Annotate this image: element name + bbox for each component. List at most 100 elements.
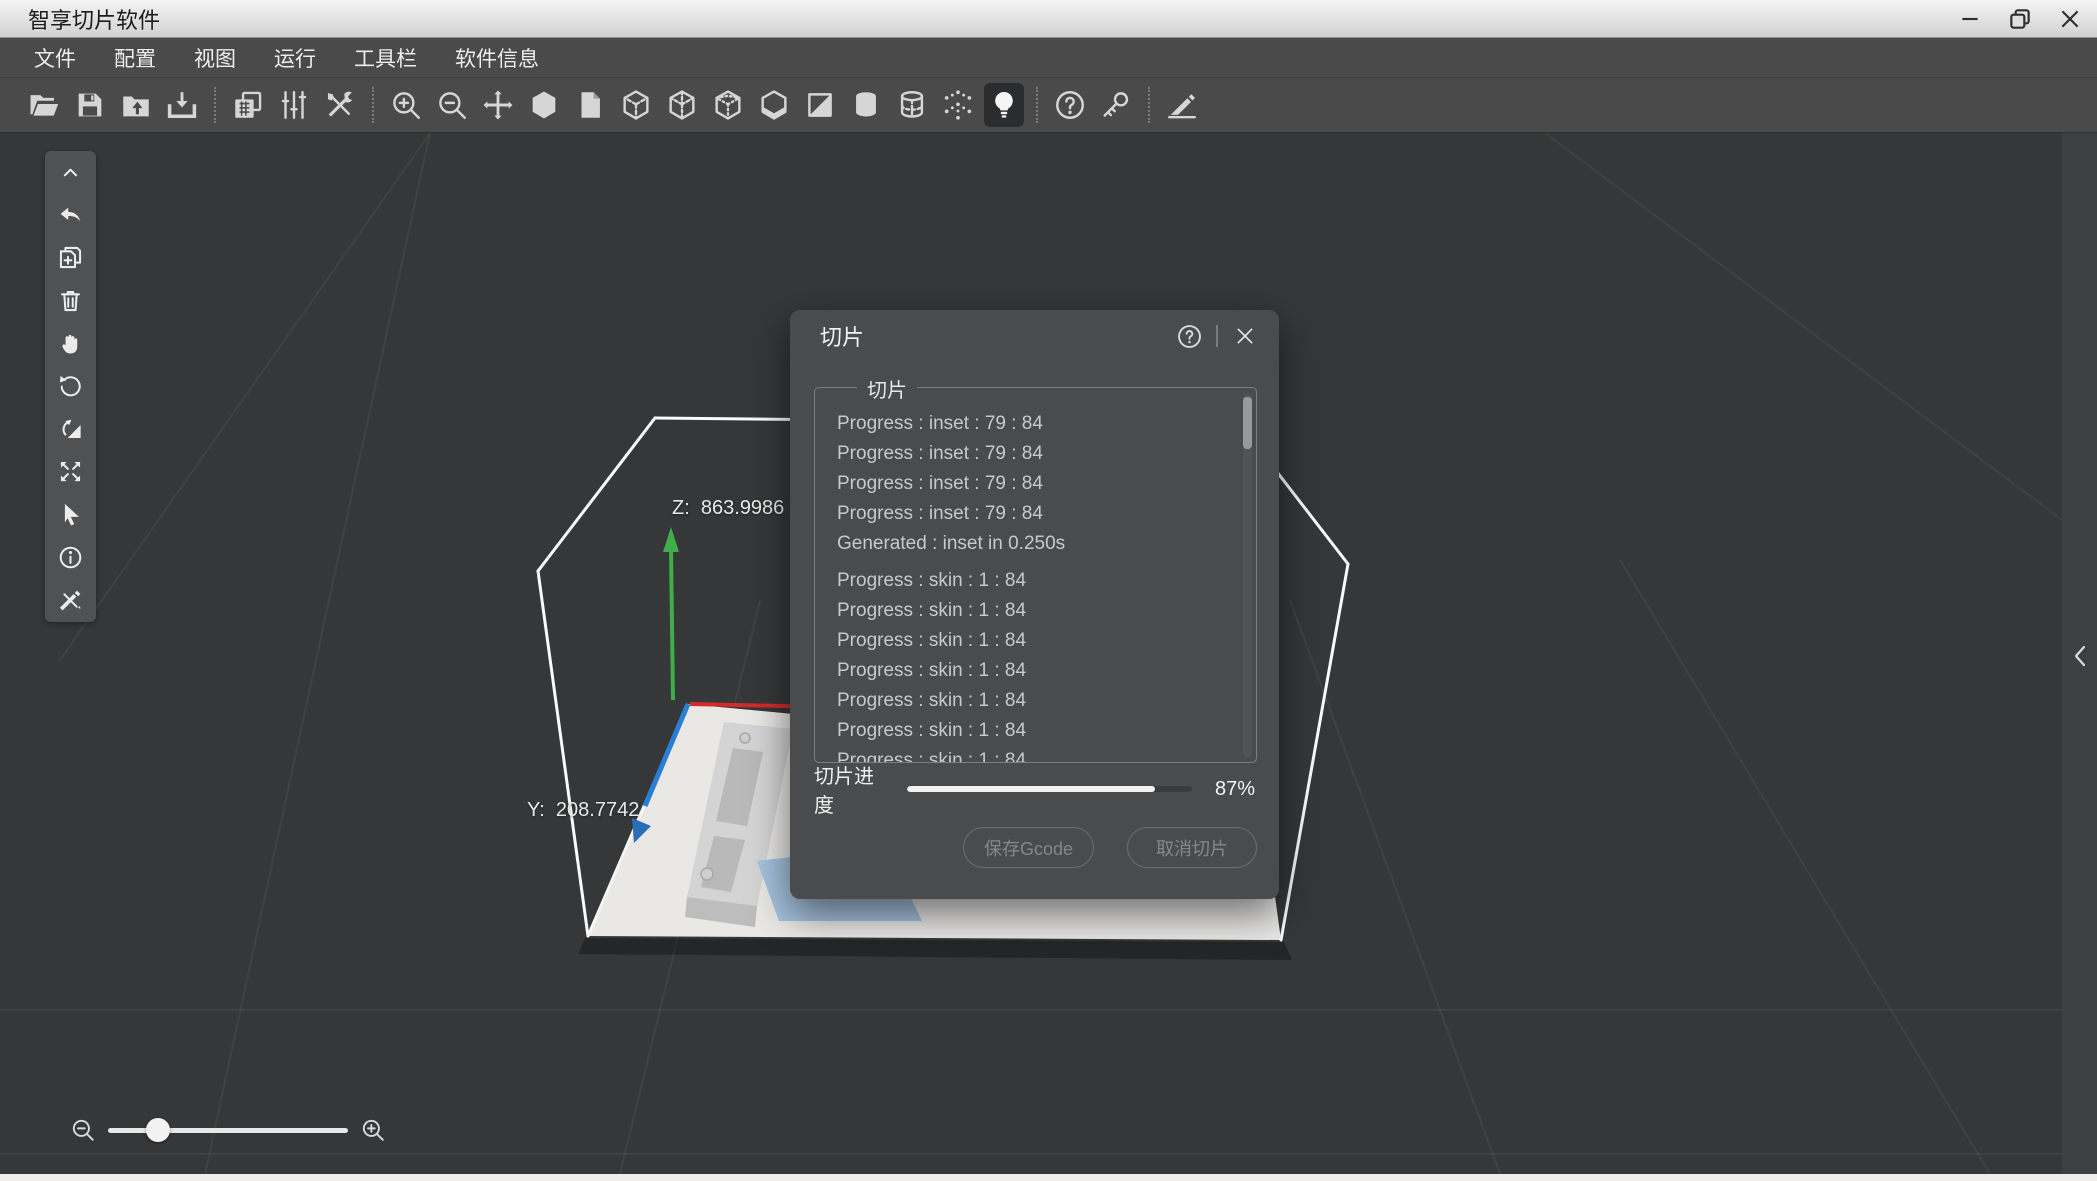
menu-item-run[interactable]: 运行 — [268, 41, 322, 75]
log-line: Progress : skin : 1 : 84 — [837, 686, 1230, 716]
view-cylinder-button[interactable] — [846, 83, 886, 127]
export-gcode-button[interactable] — [162, 83, 202, 127]
zoom-out-magnifier-icon[interactable] — [70, 1117, 96, 1143]
collapse-panel-button[interactable] — [45, 151, 96, 194]
view-dashed-cube-icon — [665, 88, 699, 122]
log-line: Progress : skin : 1 : 84 — [837, 656, 1230, 686]
cancel-slice-button[interactable]: 取消切片 — [1127, 827, 1257, 868]
zoom-in-button[interactable] — [386, 83, 426, 127]
log-line: Progress : inset : 79 : 84 — [837, 469, 1230, 499]
right-panel-toggle[interactable] — [2062, 638, 2097, 674]
reset-rotation-button[interactable] — [45, 365, 96, 408]
license-key-button[interactable] — [1096, 83, 1136, 127]
view-point-cloud-icon — [941, 88, 975, 122]
slice-dialog-header[interactable]: 切片 — [790, 310, 1279, 362]
menu-item-view[interactable]: 视图 — [188, 41, 242, 75]
log-scrollbar-thumb[interactable] — [1243, 397, 1252, 449]
help-button[interactable] — [1050, 83, 1090, 127]
zoom-out-button[interactable] — [432, 83, 472, 127]
view-wireframe-button[interactable] — [616, 83, 656, 127]
fit-view-expand-icon — [57, 458, 84, 485]
slice-progress-percent: 87% — [1210, 778, 1255, 801]
minimize-icon — [1957, 6, 1983, 32]
menu-bar: 文件 配置 视图 运行 工具栏 软件信息 — [0, 38, 2097, 78]
zoom-in-magnifier-icon[interactable] — [360, 1117, 386, 1143]
log-line: Progress : inset : 79 : 84 — [837, 499, 1230, 529]
main-toolbar: 文件加载中 87% — [0, 78, 2097, 133]
plate-shadow — [578, 938, 1292, 960]
log-line: Progress : skin : 1 : 84 — [837, 626, 1230, 656]
select-button[interactable] — [45, 493, 96, 536]
delete-button[interactable] — [45, 279, 96, 322]
fit-view-button[interactable] — [45, 451, 96, 494]
slice-log-groupbox: 切片 Progress : inset : 79 : 84Progress : … — [814, 387, 1257, 763]
plate-copy-button[interactable] — [228, 83, 268, 127]
save-button[interactable] — [70, 83, 110, 127]
restore-button[interactable] — [2007, 6, 2033, 32]
z-axis-label: Z: 863.9986 — [672, 497, 784, 520]
close-icon — [1235, 326, 1255, 346]
open-file-button[interactable] — [24, 83, 64, 127]
minimize-button[interactable] — [1957, 6, 1983, 32]
machine-tools-button[interactable] — [320, 83, 360, 127]
view-cylinder-wire-icon — [895, 88, 929, 122]
toolbar-separator — [1148, 87, 1150, 123]
add-copy-button[interactable] — [45, 237, 96, 280]
window-controls — [1957, 0, 2083, 38]
plate-copy-icon — [231, 88, 265, 122]
menu-item-config[interactable]: 配置 — [108, 41, 162, 75]
repair-tools-button[interactable] — [45, 579, 96, 622]
undo-button[interactable] — [45, 194, 96, 237]
menu-item-toolbar[interactable]: 工具栏 — [348, 41, 423, 75]
trash-icon — [57, 287, 84, 314]
menu-item-about[interactable]: 软件信息 — [449, 41, 545, 75]
open-folder-icon — [27, 88, 61, 122]
model-info-button[interactable] — [45, 536, 96, 579]
toolbar-separator — [214, 87, 216, 123]
slice-log-list[interactable]: Progress : inset : 79 : 84Progress : ins… — [815, 388, 1256, 762]
zoom-slider-thumb[interactable] — [146, 1118, 170, 1142]
log-line: Progress : skin : 1 : 84 — [837, 596, 1230, 626]
save-floppy-icon — [73, 88, 107, 122]
view-sheet-button[interactable] — [570, 83, 610, 127]
menu-item-file[interactable]: 文件 — [28, 41, 82, 75]
slice-progress-label: 切片进度 — [814, 760, 889, 818]
left-tool-panel — [45, 151, 96, 622]
header-separator — [1216, 325, 1218, 347]
toolbar-separator — [1036, 87, 1038, 123]
slice-dialog-buttons: 保存Gcode 取消切片 — [790, 827, 1279, 869]
view-point-cloud-button[interactable] — [938, 83, 978, 127]
restore-icon — [2007, 6, 2033, 32]
bottom-status-strip — [0, 1174, 2097, 1181]
view-half-cube-button[interactable] — [800, 83, 840, 127]
log-line: Generated : inset in 0.250s — [837, 529, 1230, 559]
log-line: Progress : inset : 79 : 84 — [837, 439, 1230, 469]
cut-knife-button[interactable] — [1162, 83, 1202, 127]
slice-dialog-help-button[interactable] — [1175, 322, 1203, 350]
export-download-icon — [165, 88, 199, 122]
view-dotted-cube-button[interactable] — [708, 83, 748, 127]
close-window-button[interactable] — [2057, 6, 2083, 32]
view-solid-button[interactable] — [524, 83, 564, 127]
pan-button[interactable] — [45, 322, 96, 365]
view-dashed-cube-button[interactable] — [662, 83, 702, 127]
pan-hand-icon — [57, 330, 84, 357]
help-circle-icon — [1053, 88, 1087, 122]
slice-dialog-close-button[interactable] — [1231, 322, 1259, 350]
save-gcode-button[interactable]: 保存Gcode — [963, 827, 1094, 868]
zoom-slider[interactable] — [108, 1128, 348, 1133]
reset-rotation-icon — [57, 373, 84, 400]
view-open-box-button[interactable] — [754, 83, 794, 127]
print-settings-button[interactable] — [274, 83, 314, 127]
import-model-button[interactable] — [116, 83, 156, 127]
mirror-flip-icon — [57, 416, 84, 443]
print-settings-sliders-icon — [277, 88, 311, 122]
log-scrollbar[interactable] — [1243, 394, 1252, 757]
light-toggle-button[interactable] — [984, 83, 1024, 127]
view-cylinder-wire-button[interactable] — [892, 83, 932, 127]
move-model-button[interactable] — [478, 83, 518, 127]
light-bulb-icon — [987, 88, 1021, 122]
zoom-in-magnifier-icon — [389, 88, 423, 122]
mirror-button[interactable] — [45, 408, 96, 451]
slice-progress-bar — [907, 786, 1192, 792]
